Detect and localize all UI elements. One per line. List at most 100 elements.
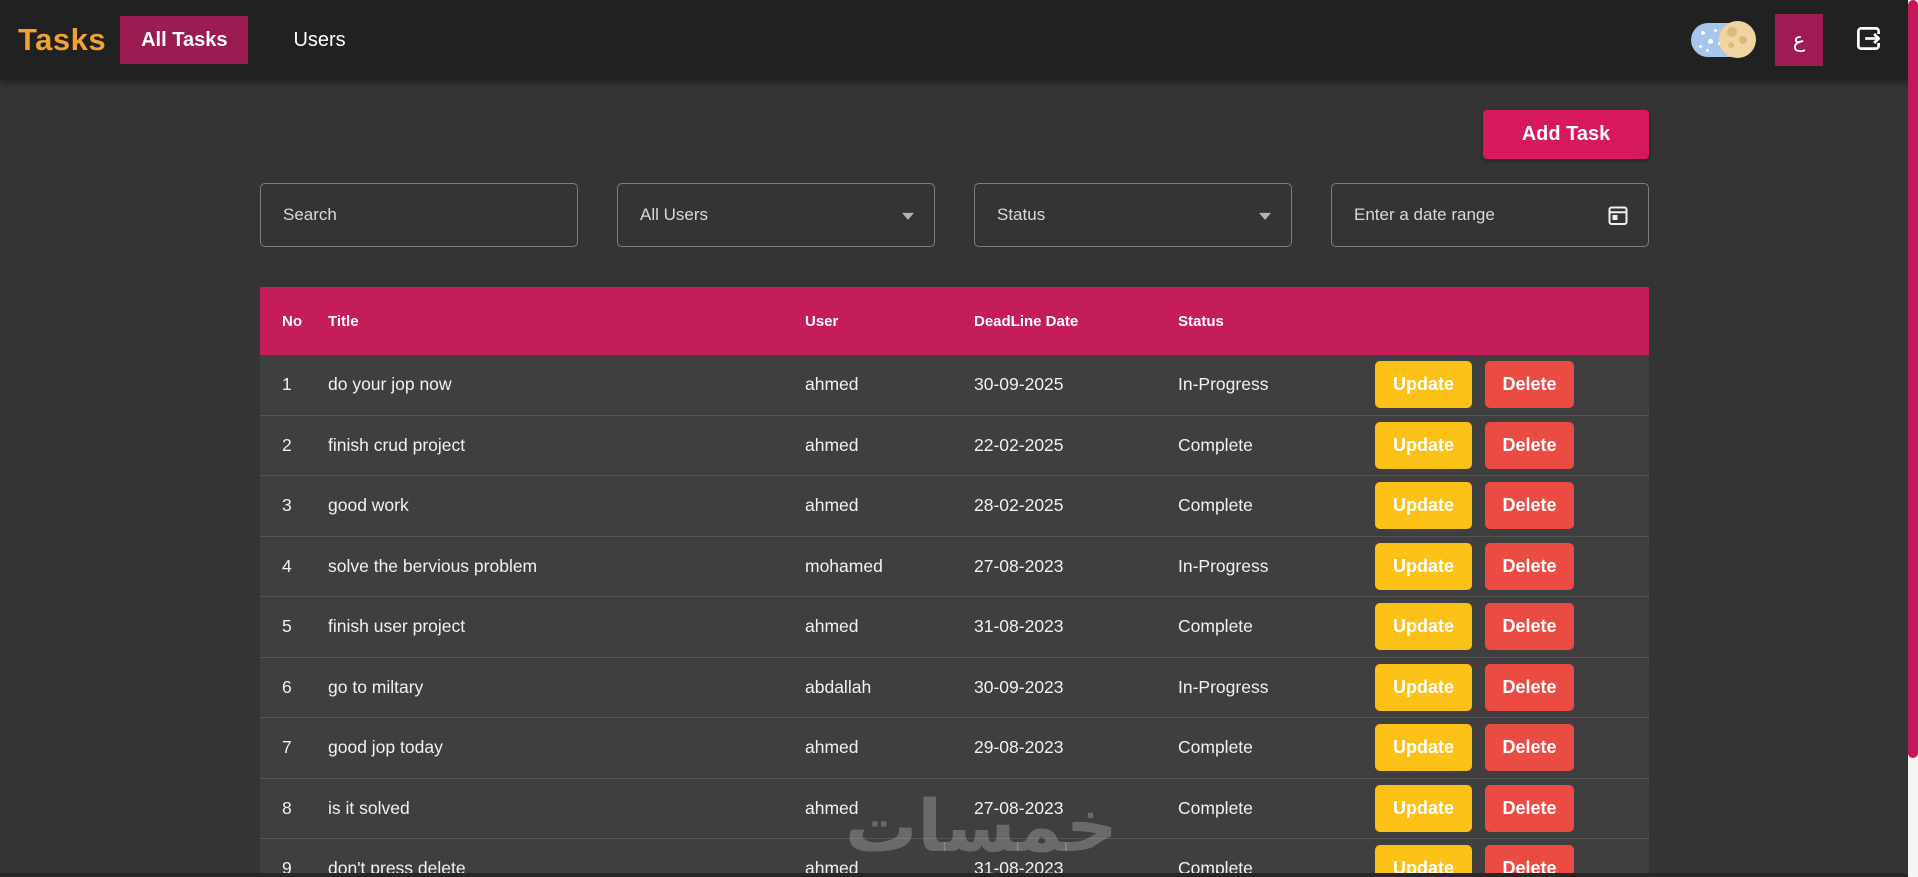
cell-no: 8 — [282, 797, 292, 818]
row-actions: Update Delete — [1375, 724, 1649, 772]
cell-title: is it solved — [328, 797, 410, 818]
status-select-value: Status — [997, 205, 1046, 224]
delete-button[interactable]: Delete — [1485, 482, 1574, 530]
cell-deadline: 29-08-2023 — [974, 737, 1064, 758]
update-button[interactable]: Update — [1375, 663, 1472, 711]
table-row: 1 do your jop now ahmed 30-09-2025 In-Progre… — [260, 355, 1649, 416]
header-user: User — [805, 312, 839, 330]
cell-user: ahmed — [805, 434, 859, 455]
cell-user: ahmed — [805, 495, 859, 516]
update-button[interactable]: Update — [1375, 482, 1472, 530]
header-status: Status — [1178, 312, 1224, 330]
header-deadline: DeadLine Date — [974, 312, 1079, 330]
cell-title: finish crud project — [328, 434, 466, 455]
header-title: Title — [328, 312, 359, 330]
table-body: 1 do your jop now ahmed 30-09-2025 In-Progre… — [260, 355, 1649, 877]
cell-title: finish user project — [328, 616, 466, 637]
table-row: 3 good work ahmed 28-02-2025 Complete Update D… — [260, 476, 1649, 537]
users-select[interactable]: All Users — [617, 183, 935, 247]
cell-no: 5 — [282, 616, 292, 637]
delete-button[interactable]: Delete — [1485, 542, 1574, 590]
row-actions: Update Delete — [1375, 784, 1649, 832]
search-input[interactable]: Search — [260, 183, 578, 247]
delete-button[interactable]: Delete — [1485, 361, 1574, 409]
logout-icon — [1855, 25, 1882, 55]
star-icon — [1706, 49, 1709, 52]
cell-status: In-Progress — [1178, 555, 1269, 576]
app-logo: Tasks — [18, 22, 107, 57]
status-select[interactable]: Status — [974, 183, 1292, 247]
filters-bar: Search All Users Status Enter a date ran… — [260, 183, 1649, 247]
table-row: 7 good jop today ahmed 29-08-2023 Complete Up… — [260, 718, 1649, 779]
cell-user: ahmed — [805, 616, 859, 637]
cell-title: good work — [328, 495, 409, 516]
language-switch-button[interactable]: ع — [1775, 14, 1823, 66]
tasks-table: No Title User DeadLine Date Status 1 do y… — [260, 287, 1649, 877]
cell-deadline: 28-02-2025 — [974, 495, 1064, 516]
nav-item-label: Users — [293, 28, 346, 51]
table-row: 5 finish user project ahmed 31-08-2023 Compl… — [260, 597, 1649, 658]
nav-item-label: All Tasks — [141, 28, 228, 51]
row-actions: Update Delete — [1375, 482, 1649, 530]
logout-button[interactable] — [1855, 25, 1882, 55]
row-actions: Update Delete — [1375, 542, 1649, 590]
delete-button[interactable]: Delete — [1485, 784, 1574, 832]
update-button[interactable]: Update — [1375, 542, 1472, 590]
cell-deadline: 30-09-2025 — [974, 374, 1064, 395]
update-button[interactable]: Update — [1375, 421, 1472, 469]
bottom-edge — [0, 873, 1908, 877]
row-actions: Update Delete — [1375, 663, 1649, 711]
scrollbar-thumb[interactable] — [1908, 0, 1918, 758]
cell-no: 1 — [282, 374, 292, 395]
cell-no: 2 — [282, 434, 292, 455]
cell-user: ahmed — [805, 374, 859, 395]
cell-status: In-Progress — [1178, 676, 1269, 697]
star-icon — [1708, 39, 1713, 44]
caret-down-icon — [902, 212, 914, 220]
users-select-value: All Users — [640, 205, 709, 224]
cell-title: go to miltary — [328, 676, 424, 697]
cell-no: 3 — [282, 495, 292, 516]
delete-button[interactable]: Delete — [1485, 724, 1574, 772]
cell-status: In-Progress — [1178, 374, 1269, 395]
update-button[interactable]: Update — [1375, 361, 1472, 409]
delete-button[interactable]: Delete — [1485, 603, 1574, 651]
caret-down-icon — [1259, 212, 1271, 220]
nav-item-users[interactable]: Users — [272, 16, 366, 64]
update-button[interactable]: Update — [1375, 724, 1472, 772]
table-row: 8 is it solved ahmed 27-08-2023 Complete Upda… — [260, 778, 1649, 839]
update-button[interactable]: Update — [1375, 603, 1472, 651]
nav-item-all-tasks[interactable]: All Tasks — [120, 16, 249, 64]
row-actions: Update Delete — [1375, 361, 1649, 409]
cell-no: 6 — [282, 676, 292, 697]
update-button[interactable]: Update — [1375, 784, 1472, 832]
cell-title: good jop today — [328, 737, 443, 758]
navbar: Tasks All Tasks Users ع — [0, 0, 1918, 80]
table-row: 4 solve the bervious problem mohamed 27-08-… — [260, 536, 1649, 597]
star-icon — [1701, 31, 1705, 35]
table-row: 6 go to miltary abdallah 30-09-2023 In-Progr… — [260, 657, 1649, 718]
delete-button[interactable]: Delete — [1485, 421, 1574, 469]
calendar-icon[interactable] — [1606, 203, 1630, 227]
date-range-input[interactable]: Enter a date range — [1331, 183, 1649, 247]
moon-icon — [1719, 21, 1756, 58]
add-task-button[interactable]: Add Task — [1483, 110, 1649, 159]
date-range-placeholder: Enter a date range — [1354, 205, 1495, 224]
cell-user: abdallah — [805, 676, 872, 697]
delete-button[interactable]: Delete — [1485, 663, 1574, 711]
cell-deadline: 27-08-2023 — [974, 555, 1064, 576]
star-icon — [1699, 45, 1702, 48]
cell-deadline: 22-02-2025 — [974, 434, 1064, 455]
cell-deadline: 30-09-2023 — [974, 676, 1064, 697]
row-actions: Update Delete — [1375, 421, 1649, 469]
main-content: Add Task Search All Users Status Enter a… — [260, 110, 1649, 877]
cell-deadline: 31-08-2023 — [974, 616, 1064, 637]
cell-status: Complete — [1178, 797, 1253, 818]
theme-toggle[interactable] — [1691, 21, 1756, 58]
cell-status: Complete — [1178, 616, 1253, 637]
cell-no: 4 — [282, 555, 292, 576]
row-actions: Update Delete — [1375, 603, 1649, 651]
cell-status: Complete — [1178, 434, 1253, 455]
cell-user: mohamed — [805, 555, 883, 576]
star-icon — [1714, 29, 1717, 32]
